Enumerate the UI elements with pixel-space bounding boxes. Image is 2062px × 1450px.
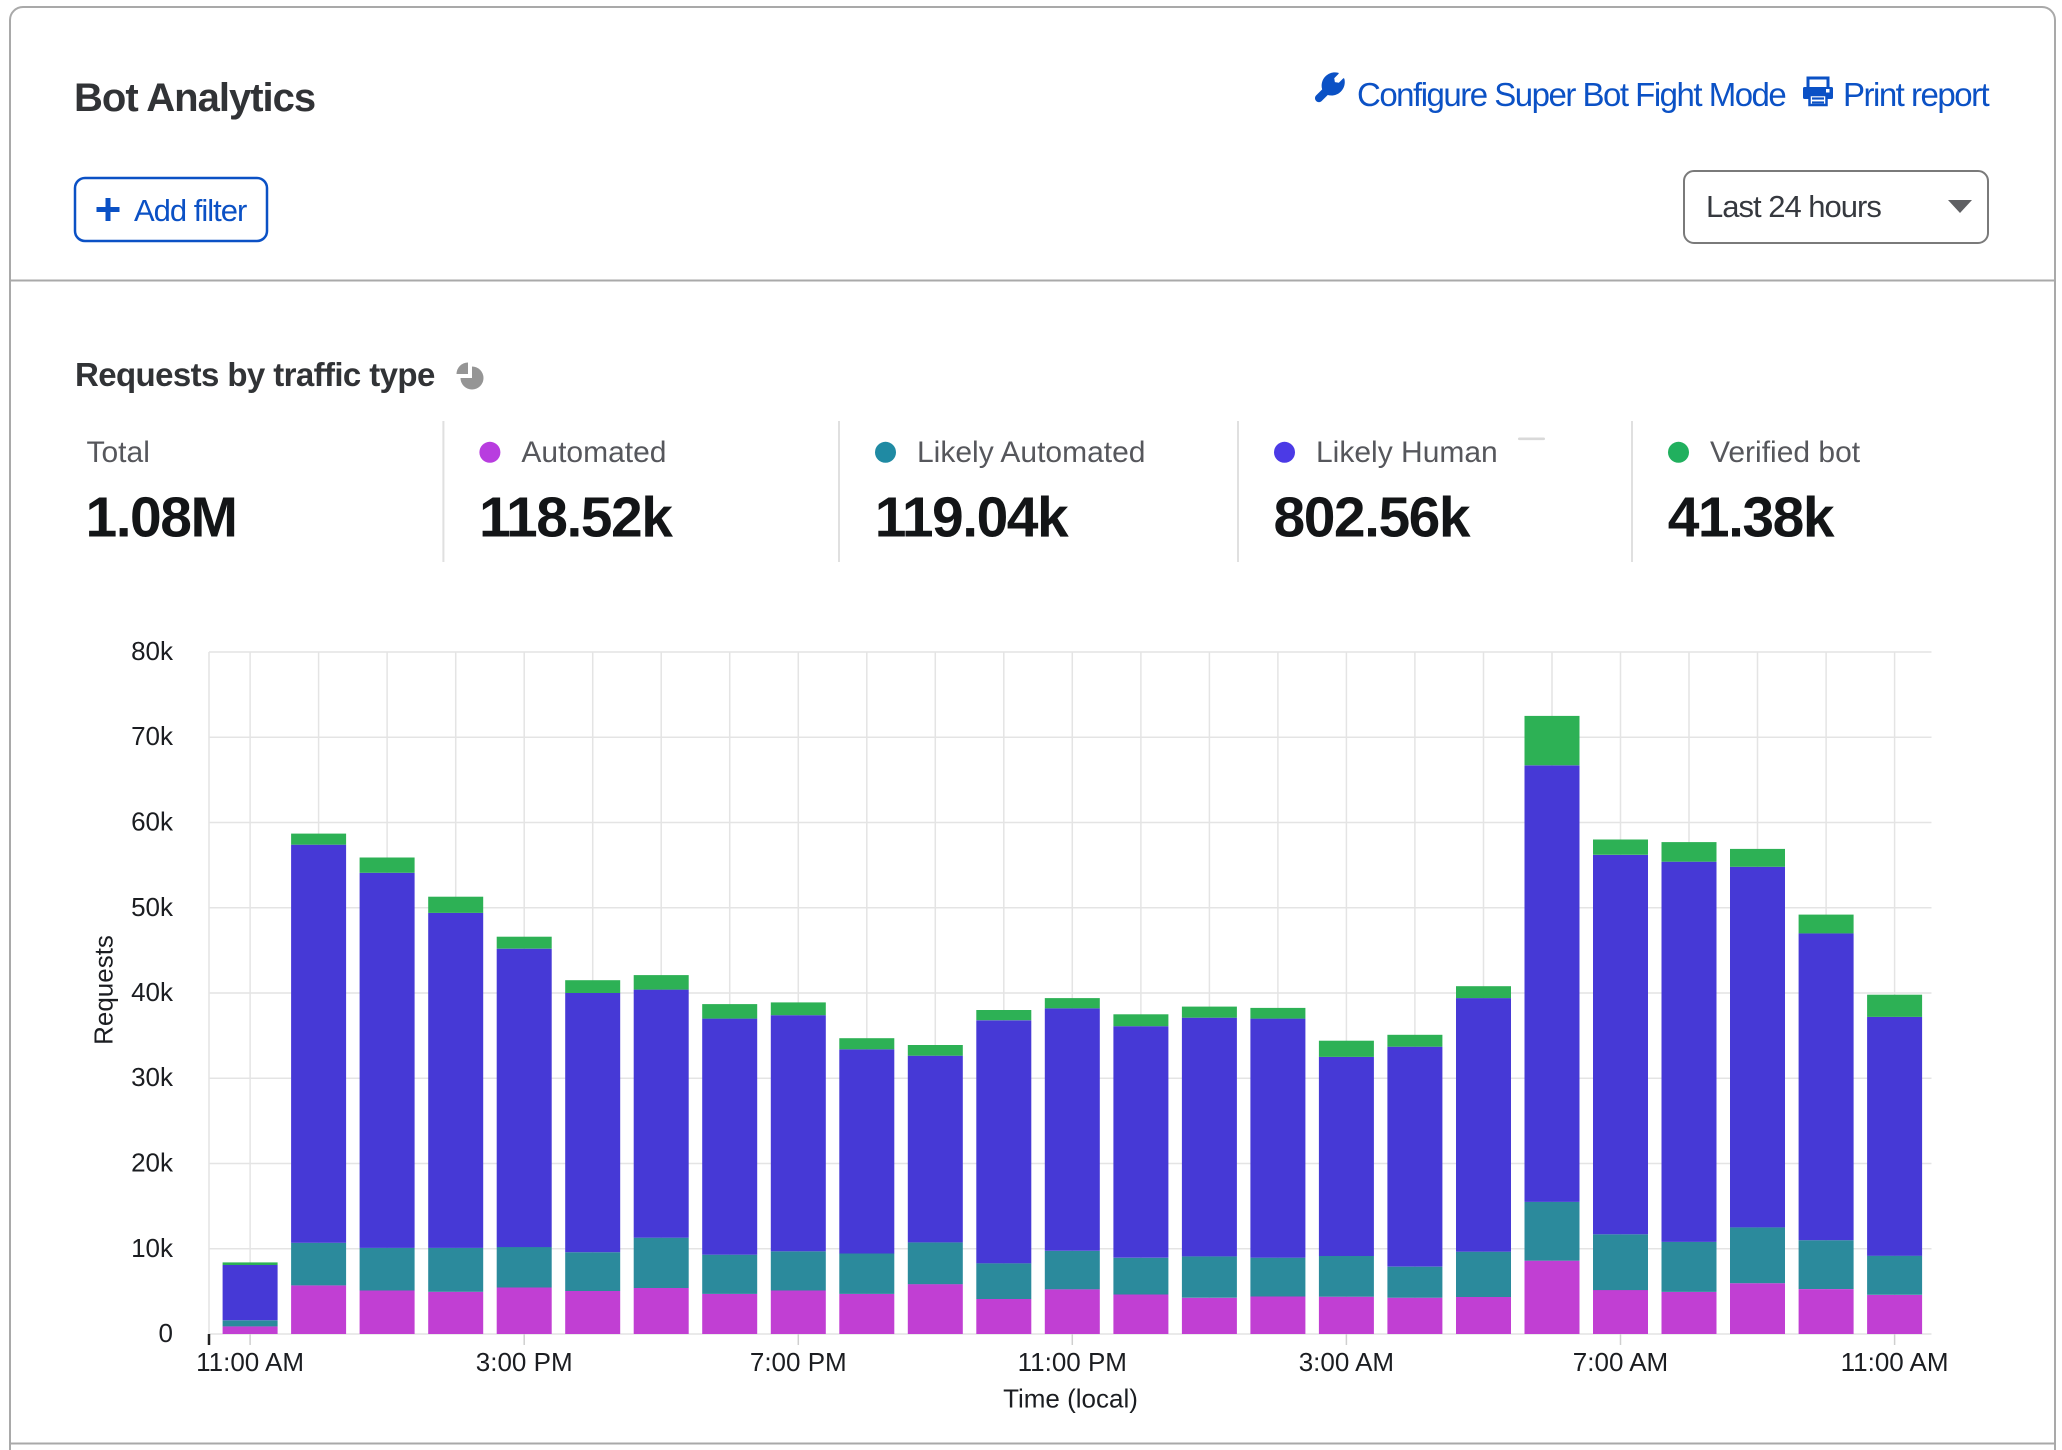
- svg-text:11:00 AM: 11:00 AM: [1841, 1347, 1949, 1377]
- svg-text:118.52k: 118.52k: [479, 486, 673, 550]
- svg-text:802.56k: 802.56k: [1274, 486, 1471, 550]
- svg-text:Add filter: Add filter: [134, 193, 247, 228]
- svg-text:Time (local): Time (local): [1003, 1384, 1138, 1414]
- svg-text:80k: 80k: [131, 636, 174, 666]
- svg-text:Requests by traffic type: Requests by traffic type: [75, 356, 435, 393]
- svg-text:41.38k: 41.38k: [1668, 486, 1835, 550]
- svg-text:Total: Total: [87, 436, 150, 469]
- svg-text:Print report: Print report: [1843, 76, 1990, 113]
- svg-text:Automated: Automated: [521, 436, 666, 469]
- svg-text:119.04k: 119.04k: [875, 486, 1069, 550]
- svg-text:20k: 20k: [131, 1148, 174, 1178]
- svg-text:Bot Analytics: Bot Analytics: [74, 76, 315, 120]
- svg-text:Likely Automated: Likely Automated: [917, 436, 1145, 469]
- svg-text:40k: 40k: [131, 977, 174, 1007]
- svg-text:3:00 AM: 3:00 AM: [1299, 1347, 1394, 1377]
- svg-text:Configure Super Bot Fight Mode: Configure Super Bot Fight Mode: [1357, 76, 1785, 113]
- svg-text:11:00 PM: 11:00 PM: [1018, 1347, 1127, 1377]
- svg-text:Last 24 hours: Last 24 hours: [1706, 189, 1881, 224]
- svg-text:60k: 60k: [131, 807, 174, 837]
- svg-text:Verified bot: Verified bot: [1710, 436, 1861, 469]
- svg-text:11:00 AM: 11:00 AM: [196, 1347, 304, 1377]
- svg-text:7:00 PM: 7:00 PM: [750, 1347, 847, 1377]
- svg-text:50k: 50k: [131, 892, 174, 922]
- svg-text:1.08M: 1.08M: [86, 486, 237, 550]
- svg-text:3:00 PM: 3:00 PM: [476, 1347, 573, 1377]
- svg-text:0: 0: [159, 1318, 173, 1348]
- svg-text:Requests: Requests: [89, 935, 119, 1045]
- svg-text:10k: 10k: [131, 1233, 174, 1263]
- svg-text:7:00 AM: 7:00 AM: [1573, 1347, 1668, 1377]
- svg-text:70k: 70k: [131, 721, 174, 751]
- svg-text:Likely Human: Likely Human: [1316, 436, 1498, 469]
- svg-text:30k: 30k: [131, 1062, 174, 1092]
